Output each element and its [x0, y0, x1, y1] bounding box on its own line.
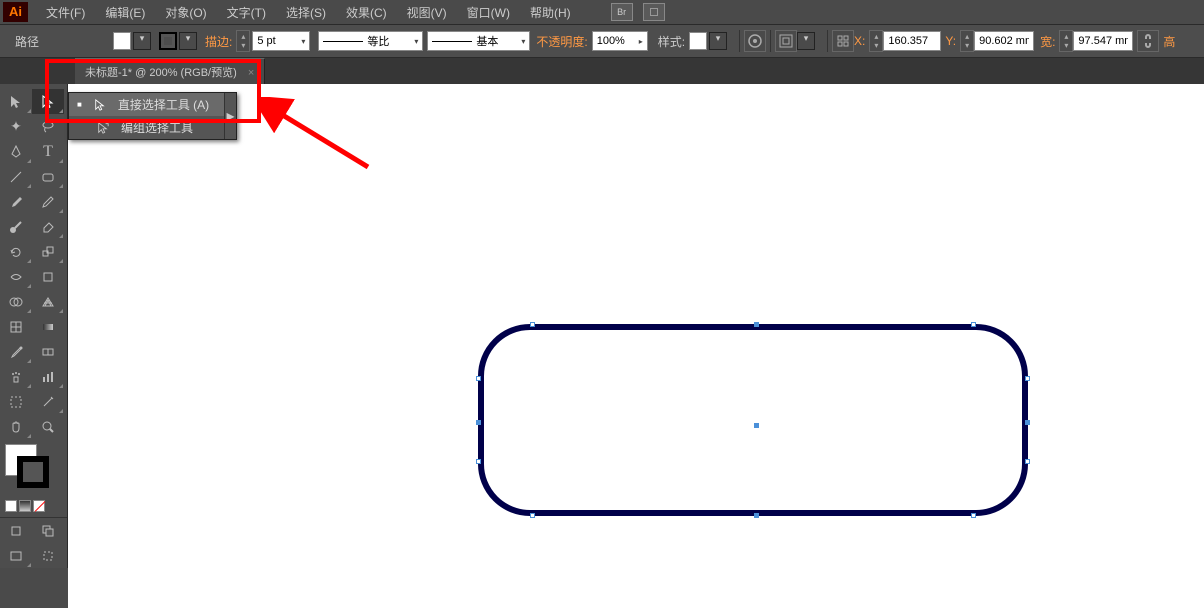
recolor-icon[interactable] [744, 30, 766, 52]
align-icon[interactable] [775, 30, 797, 52]
separator [827, 30, 828, 52]
rectangle-tool[interactable] [32, 164, 64, 189]
color-mode-icon[interactable] [5, 500, 17, 512]
arrange-icons: Br [611, 3, 665, 21]
height-label: 高 [1163, 33, 1175, 50]
transform-icon[interactable] [832, 30, 854, 52]
bridge-icon[interactable]: Br [611, 3, 633, 21]
mesh-tool[interactable] [0, 314, 32, 339]
menu-type[interactable]: 文字(T) [217, 4, 276, 21]
width-label: 宽: [1040, 33, 1055, 50]
magic-wand-tool[interactable]: ✦ [0, 114, 32, 139]
blend-tool[interactable] [32, 339, 64, 364]
blob-brush-tool[interactable] [0, 214, 32, 239]
fill-swatch[interactable] [113, 32, 131, 50]
screen-mode-icon[interactable] [0, 543, 32, 568]
menu-view[interactable]: 视图(V) [397, 4, 457, 21]
variable-width-select[interactable]: 等比 ▾ [318, 31, 423, 51]
stroke-weight-stepper[interactable]: ▴▾ [236, 30, 250, 52]
style-label: 样式: [658, 33, 685, 50]
x-stepper[interactable]: ▴▾ [869, 30, 883, 52]
fill-dropdown[interactable]: ▾ [133, 32, 151, 50]
menu-file[interactable]: 文件(F) [36, 4, 95, 21]
slice-tool[interactable] [32, 389, 64, 414]
y-label: Y: [945, 34, 956, 48]
separator [739, 30, 740, 52]
style-dropdown[interactable]: ▾ [709, 32, 727, 50]
opacity-select[interactable]: 100% ▸ [592, 31, 648, 51]
link-wh-icon[interactable] [1137, 30, 1159, 52]
gradient-mode-icon[interactable] [19, 500, 31, 512]
stroke-weight-select[interactable]: 5 pt ▾ [252, 31, 310, 51]
app-logo: Ai [3, 2, 28, 22]
menu-effect[interactable]: 效果(C) [336, 4, 397, 21]
x-input[interactable] [883, 31, 941, 51]
canvas[interactable] [68, 84, 1204, 608]
scale-tool[interactable] [32, 239, 64, 264]
style-swatch[interactable] [689, 32, 707, 50]
draw-mode-normal-icon[interactable] [0, 518, 32, 543]
shape-builder-tool[interactable] [0, 289, 32, 314]
draw-mode-inside-icon[interactable] [32, 543, 64, 568]
brush-select[interactable]: 基本 ▾ [427, 31, 530, 51]
line-tool[interactable] [0, 164, 32, 189]
arrange-documents-icon[interactable] [643, 3, 665, 21]
align-dropdown[interactable]: ▾ [797, 32, 815, 50]
hand-tool[interactable] [0, 414, 32, 439]
menu-window[interactable]: 窗口(W) [457, 4, 520, 21]
stroke-label[interactable]: 描边: [205, 33, 232, 50]
color-swatches [0, 439, 67, 517]
draw-mode-behind-icon[interactable] [32, 518, 64, 543]
control-bar: 路径 ▾ ▾ 描边: ▴▾ 5 pt ▾ 等比 ▾ 基本 ▾ 不透明度: 100… [0, 25, 1204, 58]
stroke-swatch[interactable] [159, 32, 177, 50]
y-input[interactable] [974, 31, 1034, 51]
menu-edit[interactable]: 编辑(E) [95, 4, 155, 21]
stroke-dropdown[interactable]: ▾ [179, 32, 197, 50]
menu-select[interactable]: 选择(S) [276, 4, 336, 21]
brush-value: 基本 [476, 33, 498, 49]
y-stepper[interactable]: ▴▾ [960, 30, 974, 52]
type-tool[interactable]: T [32, 139, 64, 164]
x-label: X: [854, 34, 865, 48]
selection-tool[interactable] [0, 89, 32, 114]
w-stepper[interactable]: ▴▾ [1059, 30, 1073, 52]
paintbrush-tool[interactable] [0, 189, 32, 214]
width-tool[interactable] [0, 264, 32, 289]
symbol-sprayer-tool[interactable] [0, 364, 32, 389]
rounded-rectangle-path[interactable] [478, 324, 1028, 516]
selection-indicator: 路径 [15, 33, 39, 50]
opacity-value: 100% [597, 35, 625, 47]
opacity-label[interactable]: 不透明度: [536, 33, 587, 50]
toolbox: ✦ T [0, 84, 68, 568]
variable-width-value: 等比 [367, 33, 389, 49]
eraser-tool[interactable] [32, 214, 64, 239]
eyedropper-tool[interactable] [0, 339, 32, 364]
menu-object[interactable]: 对象(O) [155, 4, 216, 21]
annotation-highlight-box [45, 59, 261, 123]
width-input[interactable] [1073, 31, 1133, 51]
zoom-tool[interactable] [32, 414, 64, 439]
pencil-tool[interactable] [32, 189, 64, 214]
stroke-weight-value: 5 pt [257, 35, 275, 47]
pen-tool[interactable] [0, 139, 32, 164]
none-mode-icon[interactable] [33, 500, 45, 512]
rotate-tool[interactable] [0, 239, 32, 264]
gradient-tool[interactable] [32, 314, 64, 339]
separator [770, 30, 771, 52]
annotation-arrow [258, 97, 378, 177]
menu-help[interactable]: 帮助(H) [520, 4, 581, 21]
center-point [754, 423, 759, 428]
artboard-tool[interactable] [0, 389, 32, 414]
free-transform-tool[interactable] [32, 264, 64, 289]
fill-stroke-swatch[interactable] [5, 444, 47, 486]
menu-bar: Ai 文件(F) 编辑(E) 对象(O) 文字(T) 选择(S) 效果(C) 视… [0, 0, 1204, 25]
column-graph-tool[interactable] [32, 364, 64, 389]
perspective-grid-tool[interactable] [32, 289, 64, 314]
